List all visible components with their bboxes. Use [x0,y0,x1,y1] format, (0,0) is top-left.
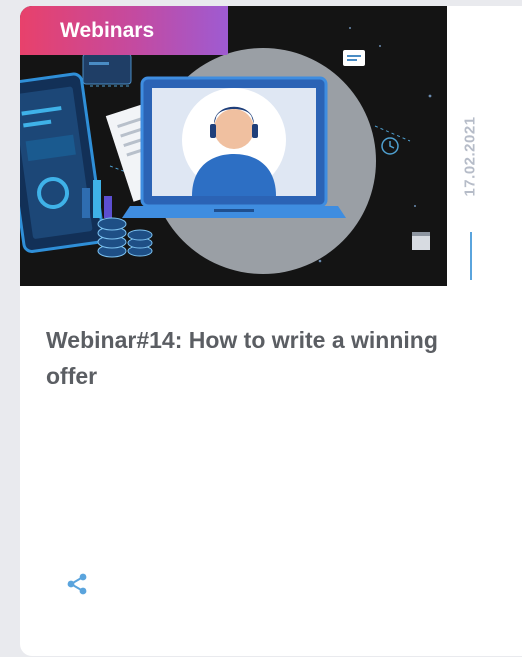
share-button[interactable] [66,572,90,596]
category-badge[interactable]: Webinars [20,6,228,55]
webinar-illustration[interactable]: Webinars [20,6,447,286]
share-icon [67,573,87,595]
date-text: 17.02.2021 [461,115,479,197]
webinar-title[interactable]: Webinar#14: How to write a winning offer [46,322,486,394]
date-label: 17.02.2021 [459,96,481,216]
date-accent-line [470,232,472,280]
